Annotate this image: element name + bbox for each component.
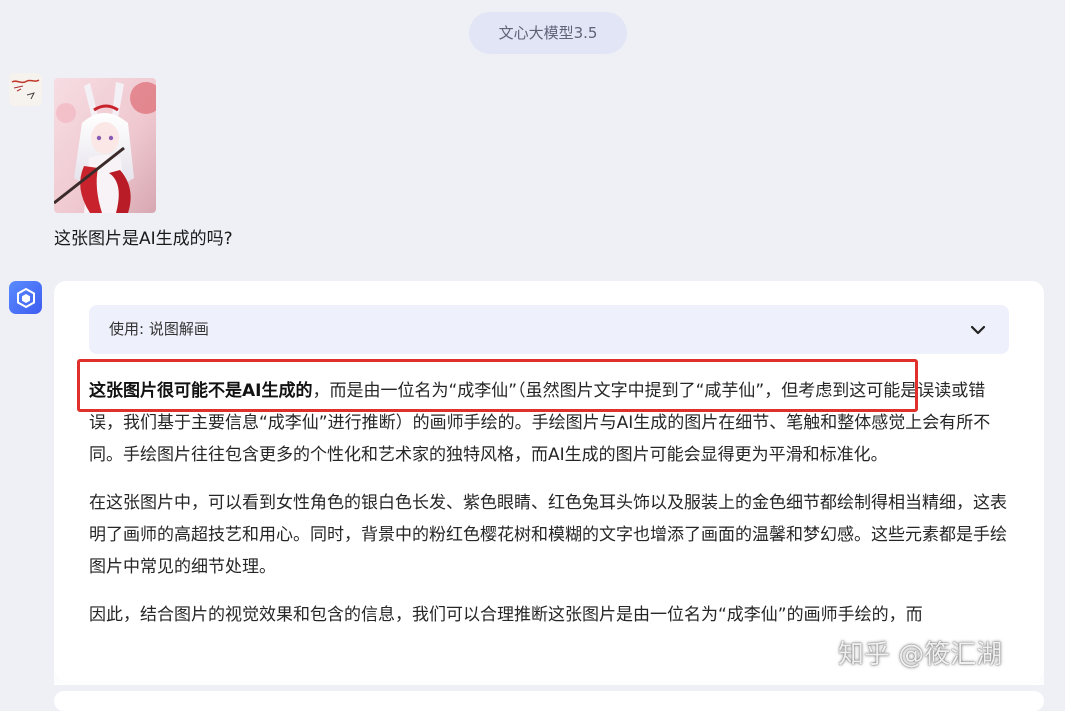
user-avatar (9, 73, 42, 106)
bot-response-card: 使用: 说图解画 这张图片很可能不是AI生成的，而是由一位名为“成李仙”（虽然图… (54, 281, 1044, 681)
uploaded-anime-image[interactable] (54, 78, 156, 213)
red-highlight-box (77, 359, 918, 412)
ernie-bot-avatar (9, 281, 42, 314)
ernie-logo-icon (16, 287, 35, 308)
model-version-pill[interactable]: 文心大模型3.5 (469, 12, 627, 54)
answer-paragraph: 在这张图片中，可以看到女性角色的银白色长发、紫色眼睛、红色兔耳头饰以及服装上的金… (89, 493, 1007, 577)
answer-paragraph: 因此，结合图片的视觉效果和包含的信息，我们可以合理推断这张图片是由一位名为“成李… (89, 605, 923, 625)
answer-text: 这张图片很可能不是AI生成的，而是由一位名为“成李仙”（虽然图片文字中提到了“咸… (89, 375, 1017, 647)
plugin-usage-label: 使用: 说图解画 (109, 320, 209, 338)
plugin-usage-bar[interactable]: 使用: 说图解画 (89, 305, 1009, 354)
user-question: 这张图片是AI生成的吗? (54, 229, 233, 249)
input-area-edge[interactable] (54, 691, 1044, 711)
chevron-down-icon[interactable] (967, 319, 989, 341)
watermark-text: 知乎 @筱汇湖 (838, 640, 1003, 670)
